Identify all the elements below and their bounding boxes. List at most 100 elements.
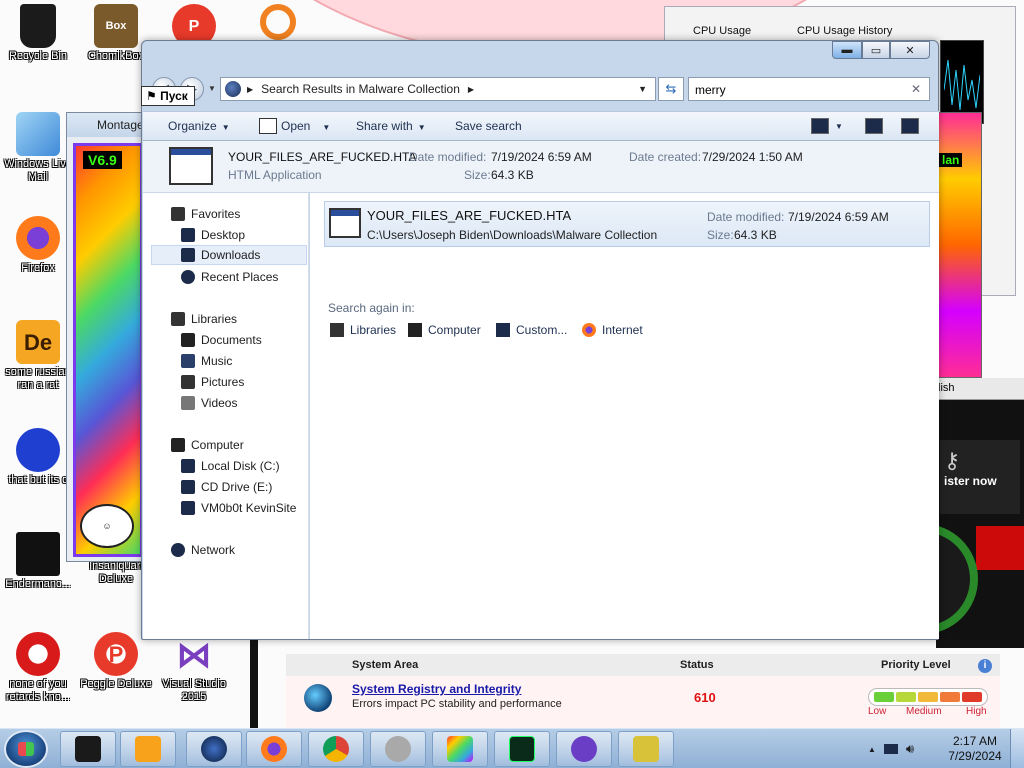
taskbar-app-media[interactable] — [120, 731, 176, 767]
desktop-icon-key[interactable] — [240, 4, 316, 42]
preview-pane-icon[interactable] — [865, 118, 883, 134]
nav-downloads[interactable]: Downloads — [151, 245, 307, 265]
open-button[interactable]: Open ▼ — [281, 119, 330, 133]
window-controls: ▬ ▭ ✕ — [832, 41, 930, 59]
pusk-button[interactable]: ⚑ Пуск — [141, 86, 195, 106]
details-size: 64.3 KB — [491, 168, 534, 182]
recent-pages-dropdown-icon[interactable]: ▼ — [208, 84, 216, 93]
libraries-icon — [171, 312, 185, 326]
breadcrumb-arrow-icon[interactable]: ▶ — [247, 85, 253, 94]
desktop-icon-recycle-bin[interactable]: Recycle Bin — [0, 4, 76, 63]
search-again-custom[interactable]: Custom... — [496, 323, 567, 337]
desktop-icon-that-but[interactable]: that but its c — [0, 428, 76, 487]
desktop-icon-visual-studio[interactable]: ⋈ Visual Studio 2015 — [156, 632, 232, 704]
desktop-icon-red-creature[interactable]: none of you retards kno... — [0, 632, 76, 704]
desktop-icon-firefox[interactable]: Firefox — [0, 216, 76, 275]
desktop-icon-label: Endermanc... — [5, 578, 71, 590]
details-date-modified-label: Date modified: — [409, 150, 487, 164]
address-breadcrumb[interactable]: Search Results in Malware Collection — [261, 82, 460, 96]
minimize-button[interactable]: ▬ — [832, 41, 862, 59]
desktop-icon-label: Firefox — [21, 262, 55, 274]
view-options-icon[interactable] — [811, 118, 829, 134]
taskbar-app-bonzi[interactable] — [556, 731, 612, 767]
network-tray-icon[interactable] — [883, 744, 898, 754]
search-again-libraries[interactable]: Libraries — [330, 323, 396, 337]
close-button[interactable]: ✕ — [890, 41, 930, 59]
explorer-window[interactable]: ▬ ▭ ✕ ◀ ▶ ▼ ▶ Search Results in Malware … — [141, 40, 939, 640]
taskbar-app-task-manager[interactable] — [494, 731, 550, 767]
montage-title: Montage — [97, 118, 144, 132]
taskbar-app-firefox[interactable] — [246, 731, 302, 767]
share-with-button[interactable]: Share with ▼ — [356, 119, 426, 133]
organize-button[interactable]: Organize ▼ — [168, 119, 230, 133]
organize-label: Organize — [168, 119, 217, 133]
desktop-icon-label: Windows Live Mail — [4, 158, 72, 183]
volume-tray-icon[interactable]: 🔊︎ — [906, 741, 914, 757]
registry-integrity-link[interactable]: System Registry and Integrity — [352, 682, 521, 696]
taskbar-app-robot[interactable] — [370, 731, 426, 767]
info-icon[interactable]: i — [978, 659, 992, 673]
hta-file-icon — [169, 147, 213, 185]
nav-cd-drive[interactable]: CD Drive (E:) — [181, 480, 272, 494]
montage-window[interactable]: Montage V6.9 — [66, 112, 146, 562]
nav-pictures[interactable]: Pictures — [181, 375, 244, 389]
help-icon[interactable] — [901, 118, 919, 134]
result-date-modified: 7/19/2024 6:59 AM — [788, 210, 889, 224]
desktop-icon-peggle-deluxe[interactable]: P Peggle Deluxe — [78, 632, 154, 691]
clear-search-icon[interactable]: ✕ — [911, 82, 921, 96]
result-date-modified-label: Date modified: — [707, 210, 785, 224]
address-dropdown-icon[interactable]: ▼ — [638, 84, 647, 94]
nav-local-disk[interactable]: Local Disk (C:) — [181, 459, 280, 473]
share-with-label: Share with — [356, 119, 413, 133]
taskbar-app-montage[interactable] — [432, 731, 488, 767]
result-size: 64.3 KB — [734, 228, 777, 242]
nav-documents[interactable]: Documents — [181, 333, 262, 347]
start-button[interactable] — [4, 730, 48, 768]
search-again-internet[interactable]: Internet — [582, 323, 643, 337]
montage-titlebar[interactable]: Montage — [67, 113, 145, 137]
taskbar-app-chrome[interactable] — [308, 731, 364, 767]
refresh-button[interactable]: ⇆ — [658, 77, 684, 101]
maximize-button[interactable]: ▭ — [862, 41, 890, 59]
hta-file-icon — [329, 208, 361, 238]
desktop-icon-russian-rat[interactable]: De some russian ran a rat — [0, 320, 76, 392]
tray-expand-icon[interactable]: ▲ — [868, 745, 876, 754]
music-icon — [181, 354, 195, 368]
search-again-computer[interactable]: Computer — [408, 323, 481, 337]
nav-recent-places[interactable]: Recent Places — [181, 270, 278, 284]
search-result-item[interactable]: YOUR_FILES_ARE_FUCKED.HTA C:\Users\Josep… — [324, 201, 930, 247]
address-bar[interactable]: ▶ Search Results in Malware Collection ▶… — [220, 77, 656, 101]
nav-vm-share[interactable]: VM0b0t KevinSite — [181, 501, 296, 515]
cpu-graph-line — [944, 59, 980, 111]
nav-videos[interactable]: Videos — [181, 396, 237, 410]
nav-libraries[interactable]: Libraries — [171, 312, 237, 326]
chevron-down-icon: ▼ — [322, 123, 331, 132]
desktop-icon-windows-live-mail[interactable]: Windows Live Mail — [0, 112, 76, 184]
search-input[interactable]: merry ✕ — [688, 77, 930, 101]
globe-icon — [201, 736, 227, 762]
priority-segment — [896, 692, 916, 702]
nav-favorites[interactable]: Favorites — [171, 207, 240, 221]
register-now-button[interactable]: ⚷ ister now — [940, 440, 1020, 514]
nav-music[interactable]: Music — [181, 354, 232, 368]
breadcrumb-arrow-icon[interactable]: ▶ — [468, 85, 474, 94]
nav-computer[interactable]: Computer — [171, 438, 244, 452]
desktop-icon-label: none of you retards kno... — [5, 678, 71, 703]
save-search-button[interactable]: Save search — [455, 119, 522, 133]
priority-segment — [962, 692, 982, 702]
clock[interactable]: 2:17 AM 7/29/2024 — [944, 734, 1006, 764]
show-desktop-button[interactable] — [1010, 729, 1024, 768]
registry-status-value: 610 — [694, 690, 716, 705]
registry-globe-icon — [304, 684, 332, 712]
nav-network[interactable]: Network — [171, 543, 235, 557]
clock-date: 7/29/2024 — [948, 749, 1002, 763]
taskbar-app-explorer[interactable] — [60, 731, 116, 767]
details-date-created: 7/29/2024 1:50 AM — [702, 150, 803, 164]
taskbar-app-midfy[interactable] — [618, 731, 674, 767]
nav-desktop[interactable]: Desktop — [181, 228, 245, 242]
desktop-icon-endermanch[interactable]: Endermanc... — [0, 532, 76, 591]
de-icon: De — [16, 320, 60, 364]
view-dropdown-icon[interactable]: ▼ — [835, 122, 843, 131]
taskbar-app-globe[interactable] — [186, 731, 242, 767]
registry-menu[interactable]: lish — [936, 378, 1024, 400]
